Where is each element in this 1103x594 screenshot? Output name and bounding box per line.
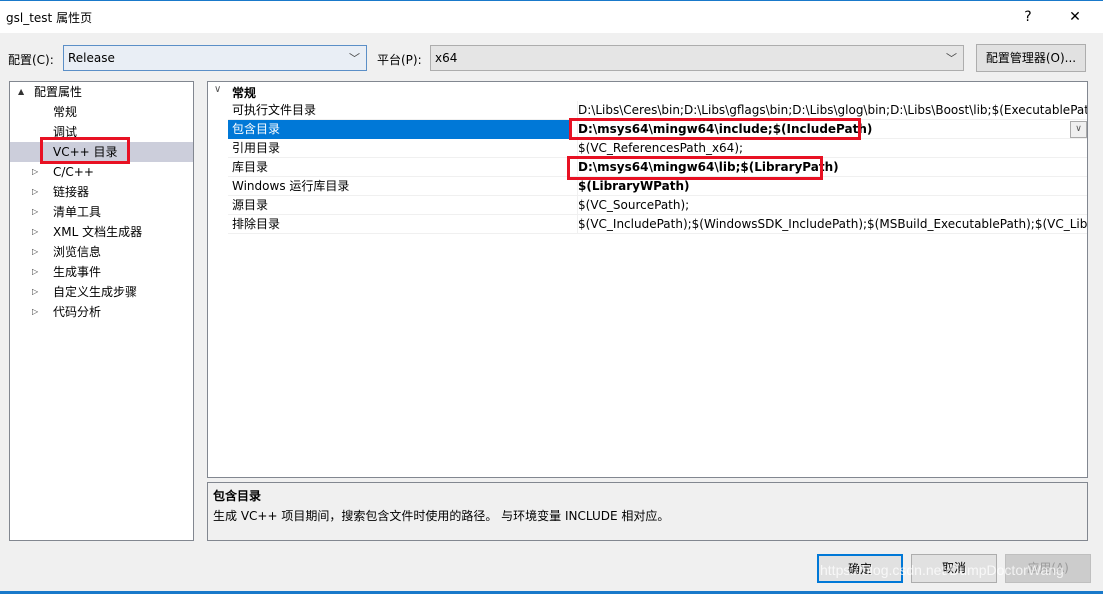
tree-item[interactable]: ▷ 生成事件 (10, 262, 193, 282)
tree-item[interactable]: 常规 (10, 102, 193, 122)
chevron-down-icon: ﹀ (349, 52, 360, 65)
property-value[interactable]: $(VC_IncludePath);$(WindowsSDK_IncludePa… (577, 215, 1087, 234)
tree-item[interactable]: ▲ 配置属性 (10, 82, 193, 102)
close-button[interactable]: ✕ (1060, 5, 1090, 29)
chevron-down-icon: ﹀ (946, 52, 957, 65)
config-dropdown[interactable]: Release ﹀ (63, 45, 367, 71)
tree-item-label: 浏览信息 (53, 245, 102, 259)
tree-item[interactable]: ▷ 浏览信息 (10, 242, 193, 262)
property-name: 包含目录 (228, 120, 572, 139)
property-value[interactable]: $(VC_SourcePath); (577, 196, 1087, 215)
highlight-box (569, 118, 861, 140)
property-name: 库目录 (232, 160, 269, 174)
tree-item-label: 清单工具 (53, 205, 102, 219)
property-name: 可执行文件目录 (232, 103, 317, 117)
highlight-box (567, 156, 823, 180)
platform-dropdown[interactable]: x64 ﹀ (430, 45, 964, 71)
tree-item-label: 链接器 (53, 185, 90, 199)
description-panel: 包含目录 生成 VC++ 项目期间，搜索包含文件时使用的路径。 与环境变量 IN… (207, 482, 1088, 541)
tree-item[interactable]: ▷ C/C++ (10, 162, 193, 182)
title-bar: gsl_test 属性页 ? ✕ (0, 0, 1103, 33)
property-name: 排除目录 (232, 217, 281, 231)
category-header: 常规 (232, 86, 257, 100)
tree-item[interactable]: ▷ 代码分析 (10, 302, 193, 322)
tree-item-label: 代码分析 (53, 305, 102, 319)
help-button[interactable]: ? (1013, 5, 1043, 29)
expand-arrow-icon[interactable]: ▷ (32, 202, 38, 222)
expand-arrow-icon[interactable]: ▷ (32, 262, 38, 282)
property-name: Windows 运行库目录 (232, 179, 350, 193)
property-name: 引用目录 (232, 141, 281, 155)
property-name: 源目录 (232, 198, 269, 212)
tree-item[interactable]: ▷ 清单工具 (10, 202, 193, 222)
property-row[interactable]: 源目录 $(VC_SourcePath); (228, 196, 1087, 215)
value-dropdown-button[interactable]: ∨ (1070, 121, 1087, 138)
watermark: https://blog.csdn.net/DumpDoctorWang (820, 562, 1064, 578)
tree-item[interactable]: ▷ XML 文档生成器 (10, 222, 193, 242)
config-value: Release (68, 51, 115, 65)
expand-arrow-icon[interactable]: ▷ (32, 162, 38, 182)
expand-arrow-icon[interactable]: ▷ (32, 182, 38, 202)
expand-arrow-icon[interactable]: ▷ (32, 282, 38, 302)
tree-item-label: 常规 (53, 105, 78, 119)
tree-item-label: 生成事件 (53, 265, 102, 279)
tree-item[interactable]: ▷ 自定义生成步骤 (10, 282, 193, 302)
collapse-arrow-icon[interactable]: ▲ (18, 82, 24, 102)
tree-item[interactable]: ▷ 链接器 (10, 182, 193, 202)
property-row[interactable]: 排除目录 $(VC_IncludePath);$(WindowsSDK_Inclu… (228, 215, 1087, 234)
property-grid[interactable]: ∨ 常规 可执行文件目录 D:\Libs\Ceres\bin;D:\Libs\gf… (207, 81, 1088, 478)
expand-arrow-icon[interactable]: ▷ (32, 242, 38, 262)
window-title: gsl_test 属性页 (6, 11, 93, 25)
highlight-box (40, 137, 130, 164)
config-manager-button[interactable]: 配置管理器(O)... (976, 44, 1086, 72)
expand-arrow-icon[interactable]: ▷ (32, 222, 38, 242)
tree-item-label: XML 文档生成器 (53, 225, 143, 239)
platform-label: 平台(P): (377, 53, 422, 67)
tree-item-label: 配置属性 (34, 85, 83, 99)
tree-item-label: C/C++ (53, 165, 94, 179)
collapse-chevron-icon[interactable]: ∨ (214, 84, 221, 95)
platform-value: x64 (435, 51, 458, 65)
expand-arrow-icon[interactable]: ▷ (32, 302, 38, 322)
config-label: 配置(C): (8, 53, 54, 67)
description-text: 生成 VC++ 项目期间，搜索包含文件时使用的路径。 与环境变量 INCLUDE… (213, 509, 670, 523)
tree-item-label: 自定义生成步骤 (53, 285, 138, 299)
description-title: 包含目录 (213, 489, 262, 503)
